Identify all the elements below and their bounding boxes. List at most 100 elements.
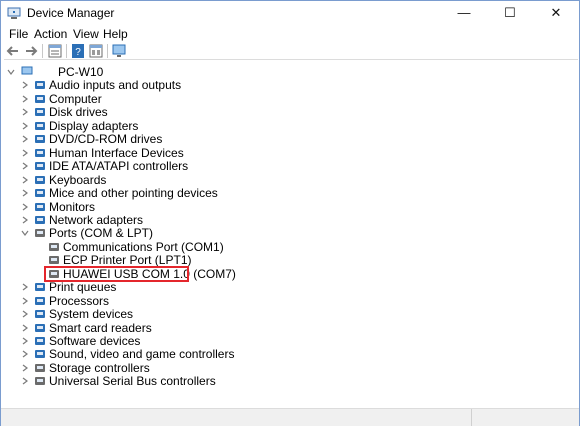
toolbar-separator xyxy=(107,44,108,58)
chevron-right-icon[interactable] xyxy=(21,337,29,345)
maximize-button[interactable]: ☐ xyxy=(487,1,533,25)
software-icon xyxy=(35,337,45,345)
tree-item-label: Disk drives xyxy=(49,105,108,120)
port-icon xyxy=(49,256,59,265)
chevron-down-icon[interactable] xyxy=(21,229,29,237)
menu-file[interactable]: File xyxy=(9,27,28,41)
tree-category[interactable]: Human Interface Devices xyxy=(4,146,564,160)
tree-category[interactable]: Network adapters xyxy=(4,212,564,227)
properties-icon[interactable] xyxy=(47,43,63,59)
tree-item-label: Communications Port (COM1) xyxy=(63,239,224,254)
processor-icon xyxy=(35,296,45,305)
tree-item-label: Processors xyxy=(49,293,110,308)
tree-category[interactable]: DVD/CD-ROM drives xyxy=(4,133,564,146)
view-icon[interactable] xyxy=(88,43,104,59)
menu-help[interactable]: Help xyxy=(103,27,128,41)
tree-category[interactable]: System devices xyxy=(4,308,564,321)
chevron-right-icon[interactable] xyxy=(21,203,29,211)
mouse-icon xyxy=(35,189,45,198)
close-button[interactable]: ✕ xyxy=(533,1,579,25)
tree-category[interactable]: Processors xyxy=(4,293,564,308)
status-bar xyxy=(1,408,579,426)
tree-item-label: IDE ATA/ATAPI controllers xyxy=(49,159,189,174)
tree-category[interactable]: Audio inputs and outputs xyxy=(4,79,564,92)
chevron-right-icon[interactable] xyxy=(21,162,29,170)
tree-item-label: Display adapters xyxy=(49,118,139,133)
chevron-right-icon[interactable] xyxy=(21,95,29,103)
tree-category[interactable]: Monitors xyxy=(4,200,564,214)
chevron-down-icon[interactable] xyxy=(7,68,15,76)
tree-category[interactable]: Ports (COM & LPT) xyxy=(4,227,564,240)
storage-icon xyxy=(35,363,45,372)
chevron-right-icon[interactable] xyxy=(21,135,29,143)
port-icon xyxy=(35,229,45,238)
tree-item-label: Smart card readers xyxy=(49,320,152,335)
tree-item-label: Print queues xyxy=(49,280,117,295)
tree-item-label: Universal Serial Bus controllers xyxy=(49,374,216,389)
chevron-right-icon[interactable] xyxy=(21,377,29,385)
tree-category[interactable]: Smart card readers xyxy=(4,320,564,335)
device-tree[interactable]: PC-W10 Audio inputs and outputs Computer Di… xyxy=(4,59,578,408)
chevron-right-icon[interactable] xyxy=(21,283,29,291)
chevron-right-icon[interactable] xyxy=(21,310,29,318)
keyboard-icon xyxy=(35,175,45,184)
tree-category[interactable]: Mice and other pointing devices xyxy=(4,187,564,200)
ide-icon xyxy=(35,162,45,171)
monitor-icon xyxy=(35,202,45,211)
device-manager-icon xyxy=(7,7,21,19)
tree-category[interactable]: IDE ATA/ATAPI controllers xyxy=(4,160,564,173)
chevron-right-icon[interactable] xyxy=(21,364,29,372)
hid-icon xyxy=(35,148,45,157)
disk-icon xyxy=(35,108,45,117)
monitor-icon[interactable] xyxy=(111,43,127,59)
chevron-right-icon[interactable] xyxy=(21,324,29,332)
dvd-icon xyxy=(35,135,45,144)
computer-icon xyxy=(21,66,33,75)
help-icon[interactable]: ? xyxy=(70,43,86,59)
tree-item-label: Storage controllers xyxy=(49,360,150,375)
status-pane xyxy=(1,409,472,426)
device-manager-window: Device Manager — ☐ ✕ File Action View He… xyxy=(0,0,580,426)
printer-icon xyxy=(35,283,45,292)
chevron-right-icon[interactable] xyxy=(21,297,29,305)
tree-item-label: Ports (COM & LPT) xyxy=(49,226,154,241)
menu-bar: File Action View Help xyxy=(1,25,579,43)
tree-category[interactable]: Universal Serial Bus controllers xyxy=(4,375,564,388)
tree-item-label: Audio inputs and outputs xyxy=(49,78,182,93)
menu-action[interactable]: Action xyxy=(34,27,67,41)
tree-category[interactable]: Disk drives xyxy=(4,106,564,119)
tree-category[interactable]: Computer xyxy=(4,92,564,106)
chevron-right-icon[interactable] xyxy=(21,81,29,89)
tree-category[interactable]: Print queues xyxy=(4,281,564,294)
chevron-right-icon[interactable] xyxy=(21,149,29,157)
tree-item-label: DVD/CD-ROM drives xyxy=(49,132,163,147)
speaker-icon xyxy=(35,81,45,90)
sound-icon xyxy=(35,350,45,359)
tree-category[interactable]: Keyboards xyxy=(4,172,564,187)
minimize-button[interactable]: — xyxy=(441,1,487,25)
usb-icon xyxy=(35,377,45,386)
title-bar: Device Manager — ☐ ✕ xyxy=(1,1,579,25)
port-icon xyxy=(49,242,59,251)
tree-category[interactable]: Software devices xyxy=(4,335,564,348)
port-item[interactable]: Communications Port (COM1) xyxy=(4,239,564,254)
window-title: Device Manager xyxy=(27,6,115,20)
smartcard-icon xyxy=(35,323,45,332)
tree-item-label: Network adapters xyxy=(49,212,144,227)
chevron-right-icon[interactable] xyxy=(21,189,29,197)
forward-arrow-icon[interactable] xyxy=(23,43,39,59)
back-arrow-icon[interactable] xyxy=(5,43,21,59)
tree-root[interactable]: PC-W10 xyxy=(4,66,564,79)
chevron-right-icon[interactable] xyxy=(21,122,29,130)
tree-item-label: Keyboards xyxy=(49,172,107,187)
tree-category[interactable]: Sound, video and game controllers xyxy=(4,348,564,361)
svg-text:?: ? xyxy=(75,47,81,58)
chevron-right-icon[interactable] xyxy=(21,176,29,184)
tree-category[interactable]: Display adapters xyxy=(4,118,564,133)
display-icon xyxy=(35,121,45,130)
chevron-right-icon[interactable] xyxy=(21,216,29,224)
menu-view[interactable]: View xyxy=(73,27,99,41)
chevron-right-icon[interactable] xyxy=(21,108,29,116)
tree-category[interactable]: Storage controllers xyxy=(4,360,564,375)
chevron-right-icon[interactable] xyxy=(21,350,29,358)
